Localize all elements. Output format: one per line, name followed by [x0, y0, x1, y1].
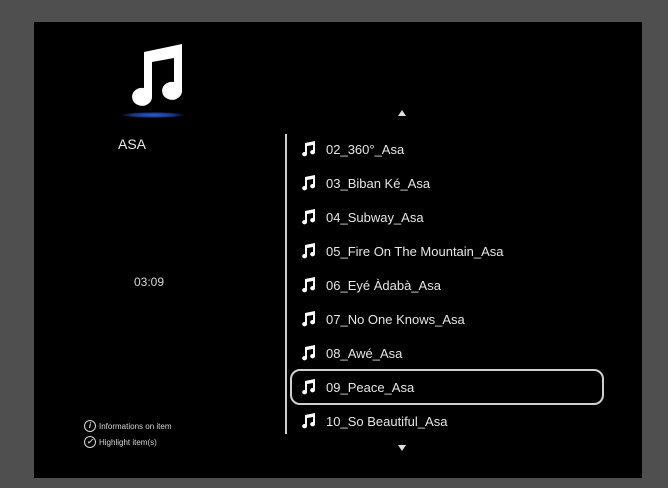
track-item[interactable]: 05_Fire On The Mountain_Asa	[292, 234, 602, 268]
track-title: 02_360°_Asa	[326, 141, 405, 157]
legend-highlight: ✓ Highlight item(s)	[84, 436, 157, 448]
track-item-selected[interactable]: 09_Peace_Asa	[290, 369, 604, 405]
legend-highlight-label: Highlight item(s)	[99, 437, 157, 447]
header-glow	[122, 112, 184, 118]
track-title: 10_So Beautiful_Asa	[326, 413, 448, 429]
arrow-down-icon[interactable]	[398, 445, 406, 451]
music-note-icon	[132, 44, 183, 106]
track-list: 02_360°_Asa 03_Biban Ké_Asa 04_Subway_Asa 0…	[290, 132, 604, 438]
track-item[interactable]: 06_Eyé Àdabà_Asa	[292, 268, 602, 302]
music-note-icon	[302, 175, 316, 191]
track-title: 08_Awé_Asa	[326, 345, 403, 361]
music-note-icon	[302, 379, 316, 395]
legend-info: i Informations on item	[84, 420, 171, 432]
track-item[interactable]: 07_No One Knows_Asa	[292, 302, 602, 336]
tv-frame: ASA 03:09 02_360°_Asa 03_Biban Ké_Asa 04_S…	[0, 0, 668, 488]
music-note-icon	[302, 345, 316, 361]
track-item[interactable]: 08_Awé_Asa	[292, 336, 602, 370]
track-duration: 03:09	[134, 275, 165, 289]
legend-info-label: Informations on item	[99, 421, 172, 431]
music-note-icon	[302, 243, 316, 259]
music-note-icon	[302, 311, 316, 327]
list-divider	[285, 134, 287, 434]
arrow-up-icon[interactable]	[398, 110, 406, 116]
track-title: 09_Peace_Asa	[326, 379, 415, 395]
track-title: 07_No One Knows_Asa	[326, 311, 465, 327]
media-browser-screen: ASA 03:09 02_360°_Asa 03_Biban Ké_Asa 04_S…	[34, 22, 642, 478]
track-item[interactable]: 10_So Beautiful_Asa	[292, 404, 602, 438]
track-item[interactable]: 04_Subway_Asa	[292, 200, 602, 234]
info-icon: i	[84, 420, 96, 432]
music-note-icon	[302, 141, 316, 157]
track-title: 04_Subway_Asa	[326, 209, 424, 225]
music-note-icon	[302, 209, 316, 225]
track-title: 03_Biban Ké_Asa	[326, 175, 431, 191]
track-item[interactable]: 03_Biban Ké_Asa	[292, 166, 602, 200]
checkmark-icon: ✓	[84, 436, 96, 448]
track-item[interactable]: 02_360°_Asa	[292, 132, 602, 166]
artist-name: ASA	[118, 136, 147, 152]
track-title: 06_Eyé Àdabà_Asa	[326, 277, 441, 293]
track-title: 05_Fire On The Mountain_Asa	[326, 243, 504, 259]
music-note-icon	[302, 413, 316, 429]
music-note-icon	[302, 277, 316, 293]
